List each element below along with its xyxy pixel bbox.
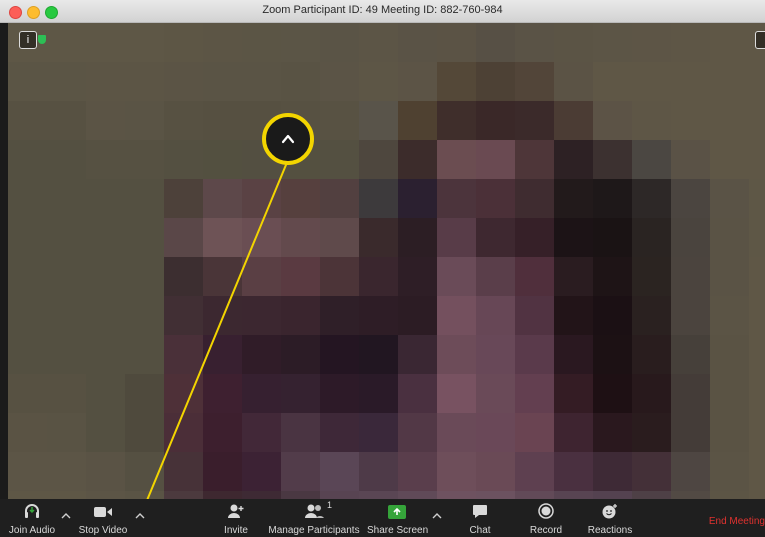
audio-options-chevron-icon[interactable] bbox=[61, 512, 71, 520]
stop-video-button[interactable]: Stop Video bbox=[76, 499, 130, 537]
chevron-up-icon bbox=[281, 134, 295, 144]
meeting-toolbar: Join Audio Stop Video Invite 1 Manage Pa… bbox=[0, 499, 765, 537]
join-audio-button[interactable]: Join Audio bbox=[6, 499, 58, 537]
manage-participants-label: Manage Participants bbox=[268, 525, 360, 536]
emoji-reactions-icon bbox=[586, 499, 634, 519]
chat-label: Chat bbox=[469, 525, 491, 536]
callout-pointer-line bbox=[142, 159, 289, 511]
video-camera-icon bbox=[76, 499, 130, 519]
join-audio-label: Join Audio bbox=[8, 525, 56, 536]
reactions-button[interactable]: Reactions bbox=[586, 499, 634, 537]
stop-video-label: Stop Video bbox=[78, 525, 128, 536]
share-options-chevron-icon[interactable] bbox=[432, 512, 442, 520]
record-icon bbox=[526, 499, 566, 519]
end-meeting-button[interactable]: End Meeting bbox=[709, 516, 765, 527]
chat-bubble-icon bbox=[464, 499, 496, 519]
invite-label: Invite bbox=[224, 525, 248, 536]
record-label: Record bbox=[529, 525, 563, 536]
share-screen-label: Share Screen bbox=[367, 525, 429, 536]
callout-caret-highlight bbox=[262, 113, 314, 165]
chat-button[interactable]: Chat bbox=[464, 499, 496, 537]
participants-icon: 1 bbox=[268, 499, 360, 519]
invite-button[interactable]: Invite bbox=[219, 499, 253, 537]
headphones-icon bbox=[6, 499, 58, 519]
video-options-chevron-icon[interactable] bbox=[135, 512, 145, 520]
share-screen-button[interactable]: Share Screen bbox=[367, 499, 429, 537]
share-screen-icon bbox=[388, 505, 406, 519]
add-person-icon bbox=[219, 499, 253, 519]
participant-count: 1 bbox=[327, 500, 333, 510]
record-button[interactable]: Record bbox=[526, 499, 566, 537]
reactions-label: Reactions bbox=[587, 525, 633, 536]
manage-participants-button[interactable]: 1 Manage Participants bbox=[268, 499, 360, 537]
